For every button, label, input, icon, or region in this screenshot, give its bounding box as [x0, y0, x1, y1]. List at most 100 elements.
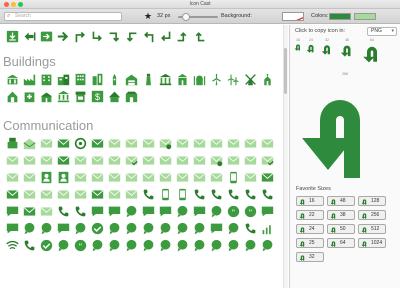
u-turn-preview-64-icon[interactable] [362, 43, 382, 63]
env-icon[interactable] [4, 152, 21, 169]
env-icon[interactable] [38, 203, 55, 220]
favorite-size-button[interactable]: 38 [327, 210, 355, 220]
chat-icon[interactable] [89, 203, 106, 220]
wind-turbines-icon[interactable] [225, 71, 242, 88]
quote-icon[interactable]: " [72, 237, 89, 254]
favorite-size-button[interactable]: 256 [358, 210, 386, 220]
at-icon[interactable] [72, 135, 89, 152]
env-icon[interactable] [208, 135, 225, 152]
env-icon[interactable] [21, 152, 38, 169]
env-icon[interactable] [21, 186, 38, 203]
windmill-icon[interactable] [242, 71, 259, 88]
phone-icon[interactable] [191, 186, 208, 203]
chatround-icon[interactable] [140, 220, 157, 237]
chatround-icon[interactable] [191, 220, 208, 237]
envplus-icon[interactable] [208, 152, 225, 169]
env-icon[interactable] [89, 152, 106, 169]
env-icon[interactable] [157, 169, 174, 186]
hospital-icon[interactable] [21, 88, 38, 105]
favorite-size-button[interactable]: 128 [358, 196, 386, 206]
env-icon[interactable] [191, 169, 208, 186]
u-turn-preview-16-icon[interactable] [294, 43, 302, 51]
favorite-size-button[interactable]: 32 [296, 252, 324, 262]
env-icon[interactable] [140, 152, 157, 169]
favorite-size-button[interactable]: 22 [296, 210, 324, 220]
restaurant-icon[interactable] [123, 88, 140, 105]
favorite-size-button[interactable]: 50 [327, 224, 355, 234]
chatround-icon[interactable] [140, 237, 157, 254]
env-icon[interactable] [106, 169, 123, 186]
factory-icon[interactable] [21, 71, 38, 88]
env-icon[interactable] [72, 152, 89, 169]
corner-up-right-icon[interactable] [174, 28, 191, 45]
quote-icon[interactable]: " [242, 203, 259, 220]
museum-icon[interactable] [157, 71, 174, 88]
phone-icon[interactable] [55, 203, 72, 220]
env-icon[interactable] [225, 135, 242, 152]
env-icon[interactable] [55, 186, 72, 203]
check-icon[interactable] [38, 237, 55, 254]
env-icon[interactable] [123, 186, 140, 203]
chatround-icon[interactable] [191, 237, 208, 254]
phone-icon[interactable] [259, 186, 276, 203]
shop-icon[interactable] [72, 88, 89, 105]
envg-icon[interactable] [21, 203, 38, 220]
env-icon[interactable] [157, 152, 174, 169]
chapel-icon[interactable] [4, 88, 21, 105]
favorite-size-button[interactable]: 512 [358, 224, 386, 234]
chatround-icon[interactable] [21, 220, 38, 237]
skyscraper-icon[interactable] [89, 71, 106, 88]
tower-icon[interactable] [106, 71, 123, 88]
chatround-icon[interactable] [174, 203, 191, 220]
chat-icon[interactable] [259, 203, 276, 220]
primary-color-swatch[interactable] [329, 13, 351, 20]
envg-icon[interactable] [55, 135, 72, 152]
turn-down-left-icon[interactable] [157, 28, 174, 45]
turn-right-down-icon[interactable] [106, 28, 123, 45]
lighthouse-icon[interactable] [140, 71, 157, 88]
u-turn-preview-256-icon[interactable] [298, 78, 394, 178]
env-icon[interactable] [38, 186, 55, 203]
u-turn-preview-48-icon[interactable] [340, 43, 354, 57]
arrow-right-corner-icon[interactable] [55, 28, 72, 45]
phone-icon[interactable] [242, 186, 259, 203]
search-input[interactable]: ⌕ Search [4, 12, 122, 21]
chatround-icon[interactable] [38, 220, 55, 237]
mobile-icon[interactable] [174, 186, 191, 203]
format-select[interactable]: PNG ▾ [367, 27, 397, 36]
chatround-icon[interactable] [123, 203, 140, 220]
hotel-icon[interactable] [72, 71, 89, 88]
openmail-icon[interactable] [21, 135, 38, 152]
env-icon[interactable] [89, 169, 106, 186]
favorites-star-icon[interactable]: ★ [144, 11, 152, 21]
chatround-icon[interactable] [123, 220, 140, 237]
env-icon[interactable] [106, 152, 123, 169]
chatround-icon[interactable] [174, 237, 191, 254]
phone-icon[interactable] [242, 220, 259, 237]
icon-size-slider-knob[interactable] [182, 13, 190, 21]
favorite-size-button[interactable]: 16 [296, 196, 324, 206]
chatround-icon[interactable] [208, 237, 225, 254]
env-icon[interactable] [106, 135, 123, 152]
favorite-size-button[interactable]: 24 [296, 224, 324, 234]
envg-icon[interactable] [89, 135, 106, 152]
envg-icon[interactable] [55, 152, 72, 169]
chatround-icon[interactable] [55, 237, 72, 254]
phone-icon[interactable] [225, 186, 242, 203]
env-icon[interactable] [38, 152, 55, 169]
phone-icon[interactable] [140, 186, 157, 203]
chatround-icon[interactable] [225, 237, 242, 254]
chatround-icon[interactable] [72, 220, 89, 237]
secondary-color-swatch[interactable] [354, 13, 376, 20]
arrow-left-bar-icon[interactable] [21, 28, 38, 45]
env-icon[interactable] [225, 152, 242, 169]
phone-icon[interactable] [208, 186, 225, 203]
chatround-icon[interactable] [89, 237, 106, 254]
bank-icon[interactable] [55, 88, 72, 105]
env-icon[interactable] [259, 135, 276, 152]
mobile-icon[interactable] [225, 169, 242, 186]
turn-left-down-icon[interactable] [123, 28, 140, 45]
env-icon[interactable] [21, 169, 38, 186]
env-icon[interactable] [242, 169, 259, 186]
favorite-size-button[interactable]: 25 [296, 238, 324, 248]
